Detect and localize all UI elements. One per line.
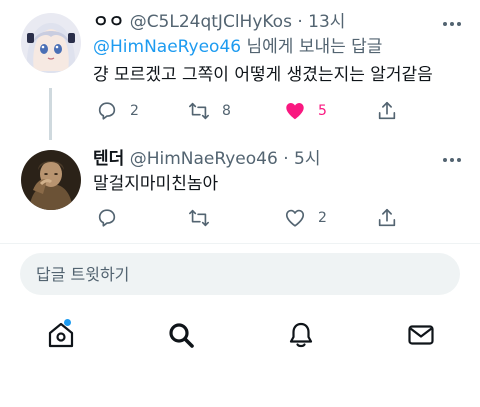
retweet-count: 8 [222,103,231,119]
reply-to-suffix: 님에게 보내는 답글 [241,37,383,57]
retweet-button[interactable]: 8 [188,99,231,123]
search-icon [169,323,194,348]
reply-icon [98,209,116,227]
replying-to: @HimNaeRyeo46 님에게 보내는 답글 [93,36,382,58]
like-count: 5 [318,103,327,119]
tweet-header: 텐더 @HimNaeRyeo46 · 5시 [93,148,320,170]
tweet-actions: 2 8 5 [96,99,396,123]
like-button[interactable]: 2 [284,206,327,230]
messages-icon [408,325,434,345]
retweet-button[interactable] [188,206,222,230]
reply-count: 2 [130,103,139,119]
heart-filled-icon [286,103,304,120]
heart-outline-icon [285,209,305,227]
separator-dot: · [297,12,303,32]
avatar[interactable] [21,150,81,210]
reply-composer[interactable] [20,253,460,295]
bottom-tab-bar [0,310,480,360]
tab-home[interactable] [46,320,76,350]
user-handle[interactable]: @HimNaeRyeo46 [130,149,278,169]
tab-notifications[interactable] [286,320,316,350]
display-name[interactable]: 텐더 [93,149,124,169]
timestamp[interactable]: 5시 [294,149,320,169]
more-options-button[interactable] [440,148,464,172]
share-button[interactable] [376,99,398,123]
divider [0,243,480,244]
display-name[interactable]: ㅇㅇ [93,12,124,32]
tab-search[interactable] [166,320,196,350]
share-button[interactable] [376,206,398,230]
timestamp[interactable]: 13시 [308,12,345,32]
more-options-button[interactable] [440,12,464,36]
thread-connector-line [49,88,52,140]
user-handle[interactable]: @C5L24qtJClHyKos [130,12,292,32]
reply-mention-link[interactable]: @HimNaeRyeo46 [93,37,241,57]
tab-messages[interactable] [406,320,436,350]
reply-input[interactable] [20,253,460,295]
avatar[interactable] [21,13,81,73]
tweet-header: ㅇㅇ @C5L24qtJClHyKos · 13시 [93,11,345,33]
separator-dot: · [283,149,289,169]
reply-icon [98,102,116,120]
like-count: 2 [318,210,327,226]
notifications-icon [289,322,313,348]
tweet-2[interactable]: 텐더 @HimNaeRyeo46 · 5시 말걸지마미친놈아 2 [0,140,480,243]
home-notification-dot [64,319,71,326]
tweet-text: 걍 모르겠고 그쪽이 어떻게 생겼는지는 알거같음 [93,65,433,85]
tweet-text: 말걸지마미친놈아 [93,174,219,194]
more-horizontal-icon [443,22,461,26]
reply-button[interactable] [96,206,130,230]
share-icon [378,101,396,120]
painting-portrait-avatar-icon [21,150,81,210]
reply-button[interactable]: 2 [96,99,139,123]
more-horizontal-icon [443,158,461,162]
retweet-icon [189,102,209,120]
home-icon [48,322,74,348]
share-icon [378,208,396,227]
like-button[interactable]: 5 [284,99,327,123]
tweet-1[interactable]: ㅇㅇ @C5L24qtJClHyKos · 13시 @HimNaeRyeo46 … [0,0,480,140]
tweet-actions: 2 [96,206,396,230]
anime-girl-avatar-icon [21,13,81,73]
retweet-icon [189,209,209,227]
